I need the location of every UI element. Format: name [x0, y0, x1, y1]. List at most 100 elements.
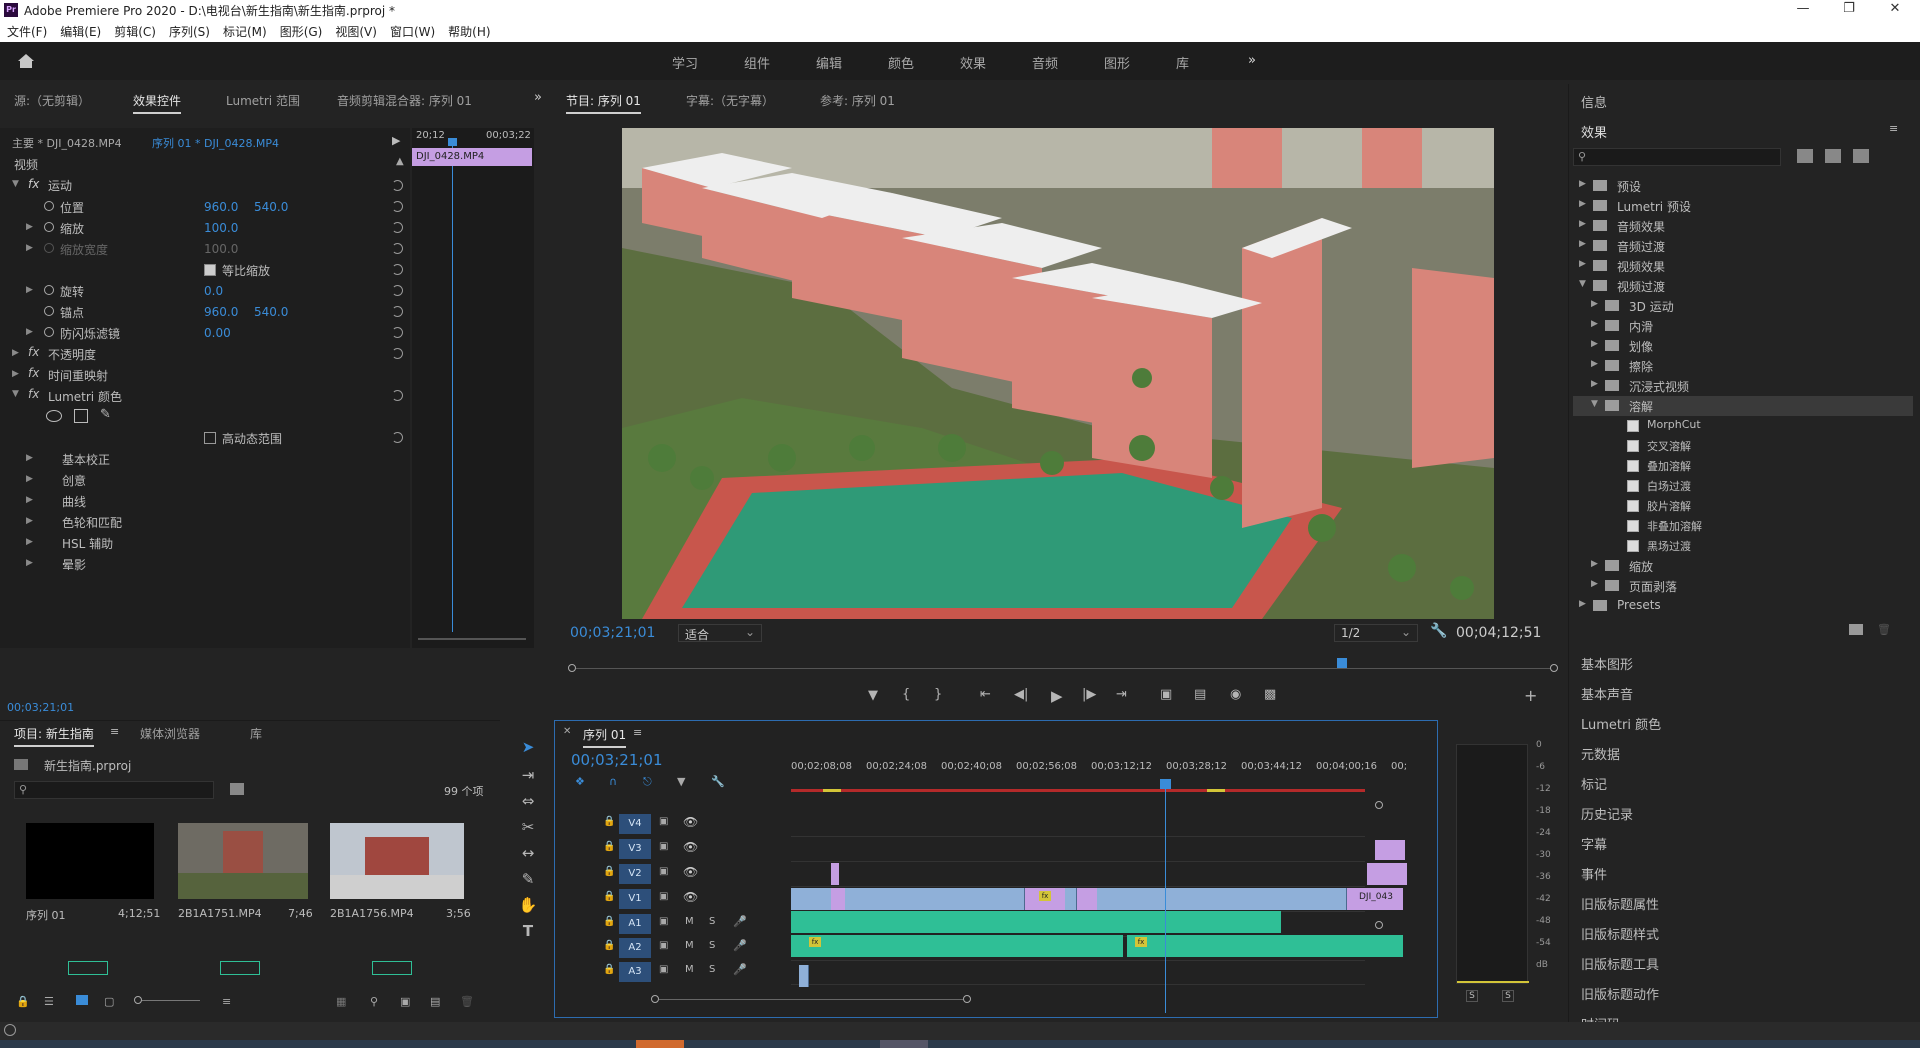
wrench-icon[interactable]: 🔧 — [1430, 623, 1447, 639]
chevron-right-icon[interactable]: ▶ — [1591, 339, 1598, 349]
32bit-effects-icon[interactable] — [1825, 149, 1841, 163]
pen-mask-icon[interactable]: ✎ — [100, 407, 111, 422]
panel-overflow-icon[interactable]: » — [534, 90, 542, 105]
effects-tree-item[interactable]: 非叠加溶解 — [1573, 516, 1913, 536]
timeline-clip[interactable]: DJI_043 — [1347, 888, 1403, 910]
minimize-icon[interactable]: — — [1780, 0, 1826, 20]
effect-controls-timecode[interactable]: 00;03;21;01 — [7, 701, 74, 714]
effects-tree-item[interactable]: ▶ Presets — [1573, 596, 1913, 616]
lock-icon[interactable]: 🔒 — [603, 940, 615, 951]
effects-tree-item[interactable]: ▶ 划像 — [1573, 336, 1913, 356]
lock-icon[interactable]: 🔒 — [603, 916, 615, 927]
lumetri-curves[interactable]: ▶ 曲线 — [0, 491, 410, 512]
chevron-right-icon[interactable]: ▶ — [1591, 379, 1598, 389]
solo-left-button[interactable]: S — [1466, 990, 1478, 1002]
timeline-clip[interactable] — [799, 965, 809, 987]
track-label[interactable]: A1 — [619, 914, 651, 934]
mute-button[interactable]: M — [685, 916, 694, 927]
zoom-scroll[interactable] — [418, 638, 526, 640]
effects-tree-item[interactable]: MorphCut — [1573, 416, 1913, 436]
list-view-icon[interactable]: ☰ — [44, 995, 54, 1008]
opacity-row[interactable]: ▶ fx 不透明度 — [0, 344, 410, 365]
stopwatch-icon[interactable] — [44, 201, 54, 211]
lumetri-color-wheels[interactable]: ▶ 色轮和匹配 — [0, 512, 410, 533]
vertical-zoom-handle[interactable] — [1375, 801, 1383, 809]
side-panel-title[interactable]: 元数据 — [1581, 744, 1620, 763]
track-label[interactable]: A2 — [619, 938, 651, 958]
effects-tree-item[interactable]: 胶片溶解 — [1573, 496, 1913, 516]
effects-search-input[interactable]: ⚲ — [1573, 148, 1781, 166]
reset-icon[interactable] — [392, 432, 403, 443]
timeline-clip[interactable] — [791, 935, 1123, 957]
new-bin-icon[interactable]: ▣ — [400, 995, 410, 1008]
menu-marker[interactable]: 标记(M) — [216, 20, 273, 40]
chevron-down-icon[interactable]: ▼ — [1579, 279, 1586, 289]
panel-menu-icon[interactable]: ≡ — [633, 726, 642, 739]
reset-icon[interactable] — [392, 222, 403, 233]
nest-toggle-icon[interactable]: ❖ — [575, 775, 585, 788]
accelerated-effects-icon[interactable] — [1797, 149, 1813, 163]
sort-icon[interactable]: ≡ — [222, 995, 231, 1008]
effects-tree-item[interactable]: 叠加溶解 — [1573, 456, 1913, 476]
bin-from-search-icon[interactable] — [230, 783, 244, 795]
panel-menu-icon[interactable]: ≡ — [110, 725, 119, 738]
lock-icon[interactable]: 🔒 — [603, 891, 615, 902]
lumetri-basic-correction[interactable]: ▶ 基本校正 — [0, 449, 410, 470]
menu-graphics[interactable]: 图形(G) — [273, 20, 329, 40]
chevron-right-icon[interactable]: ▶ — [1591, 359, 1598, 369]
param-uniform-scale[interactable]: 等比缩放 — [0, 260, 410, 281]
track-label[interactable]: V3 — [619, 839, 651, 859]
track-header[interactable]: 🔒 V2 ▣ 👁 — [555, 863, 791, 885]
param-anchor[interactable]: 锚点 960.0 540.0 — [0, 302, 410, 323]
project-search-input[interactable]: ⚲ — [14, 781, 214, 799]
side-panel-title[interactable]: 基本图形 — [1581, 654, 1633, 673]
vertical-zoom-handle[interactable] — [1375, 921, 1383, 929]
timeline-clip[interactable] — [845, 888, 1025, 910]
export-frame-icon[interactable]: ◉ — [1230, 687, 1241, 702]
zoom-slider[interactable] — [134, 995, 200, 1005]
add-marker-icon[interactable]: ▼ — [868, 688, 878, 703]
reset-icon[interactable] — [392, 180, 403, 191]
reset-icon[interactable] — [392, 327, 403, 338]
menu-sequence[interactable]: 序列(S) — [162, 20, 216, 40]
chevron-down-icon[interactable]: ▼ — [1591, 399, 1598, 409]
info-panel-title[interactable]: 信息 — [1581, 92, 1607, 111]
effects-tree-item[interactable]: 白场过渡 — [1573, 476, 1913, 496]
ellipse-mask-icon[interactable] — [46, 410, 62, 422]
menu-edit[interactable]: 编辑(E) — [53, 20, 107, 40]
stopwatch-icon[interactable] — [44, 306, 54, 316]
solo-button[interactable]: S — [709, 964, 715, 975]
rectangle-mask-icon[interactable] — [74, 409, 88, 423]
workspace-libraries[interactable]: 库 — [1176, 53, 1189, 72]
timeline-clip[interactable] — [831, 888, 845, 910]
hand-tool-icon[interactable]: ✋ — [518, 896, 538, 916]
solo-button[interactable]: S — [709, 916, 715, 927]
stopwatch-icon[interactable] — [44, 222, 54, 232]
effects-tree-item[interactable]: 交叉溶解 — [1573, 436, 1913, 456]
timeline-clip[interactable] — [1113, 911, 1281, 933]
mic-icon[interactable]: 🎤 — [733, 963, 747, 976]
side-panel-title[interactable]: 旧版标题属性 — [1581, 894, 1659, 913]
thumbnail-sequence[interactable] — [26, 823, 154, 899]
lock-icon[interactable]: 🔒 — [603, 866, 615, 877]
tab-captions[interactable]: 字幕:（无字幕） — [686, 92, 774, 109]
status-indicator-icon[interactable] — [4, 1024, 16, 1036]
chevron-right-icon[interactable]: ▶ — [1579, 199, 1586, 209]
chevron-right-icon[interactable]: ▶ — [1579, 179, 1586, 189]
new-folder-icon[interactable] — [1849, 624, 1863, 635]
sequence-clip-label[interactable]: 序列 01 * DJI_0428.MP4 — [152, 135, 279, 151]
playhead-handle[interactable] — [1160, 779, 1171, 789]
clear-icon[interactable]: 🗑 — [460, 995, 474, 1008]
time-ruler[interactable]: 00;02;08;08 00;02;24;08 00;02;40;08 00;02;5… — [791, 759, 1407, 779]
track-label[interactable]: V2 — [619, 864, 651, 884]
program-timecode[interactable]: 00;03;21;01 — [570, 625, 655, 641]
play-clip-icon[interactable]: ▶ — [392, 134, 400, 147]
workspace-editing[interactable]: 编辑 — [816, 53, 842, 72]
effect-mini-timeline[interactable]: 20;12 00;03;22 DJI_0428.MP4 — [412, 128, 534, 648]
effects-tree-item[interactable]: ▶ 内滑 — [1573, 316, 1913, 336]
step-forward-icon[interactable]: |▶ — [1082, 687, 1096, 702]
extract-icon[interactable]: ▤ — [1194, 687, 1206, 702]
program-scrubber[interactable] — [568, 658, 1558, 676]
menu-window[interactable]: 窗口(W) — [383, 20, 441, 40]
side-panel-title[interactable]: 事件 — [1581, 864, 1607, 883]
